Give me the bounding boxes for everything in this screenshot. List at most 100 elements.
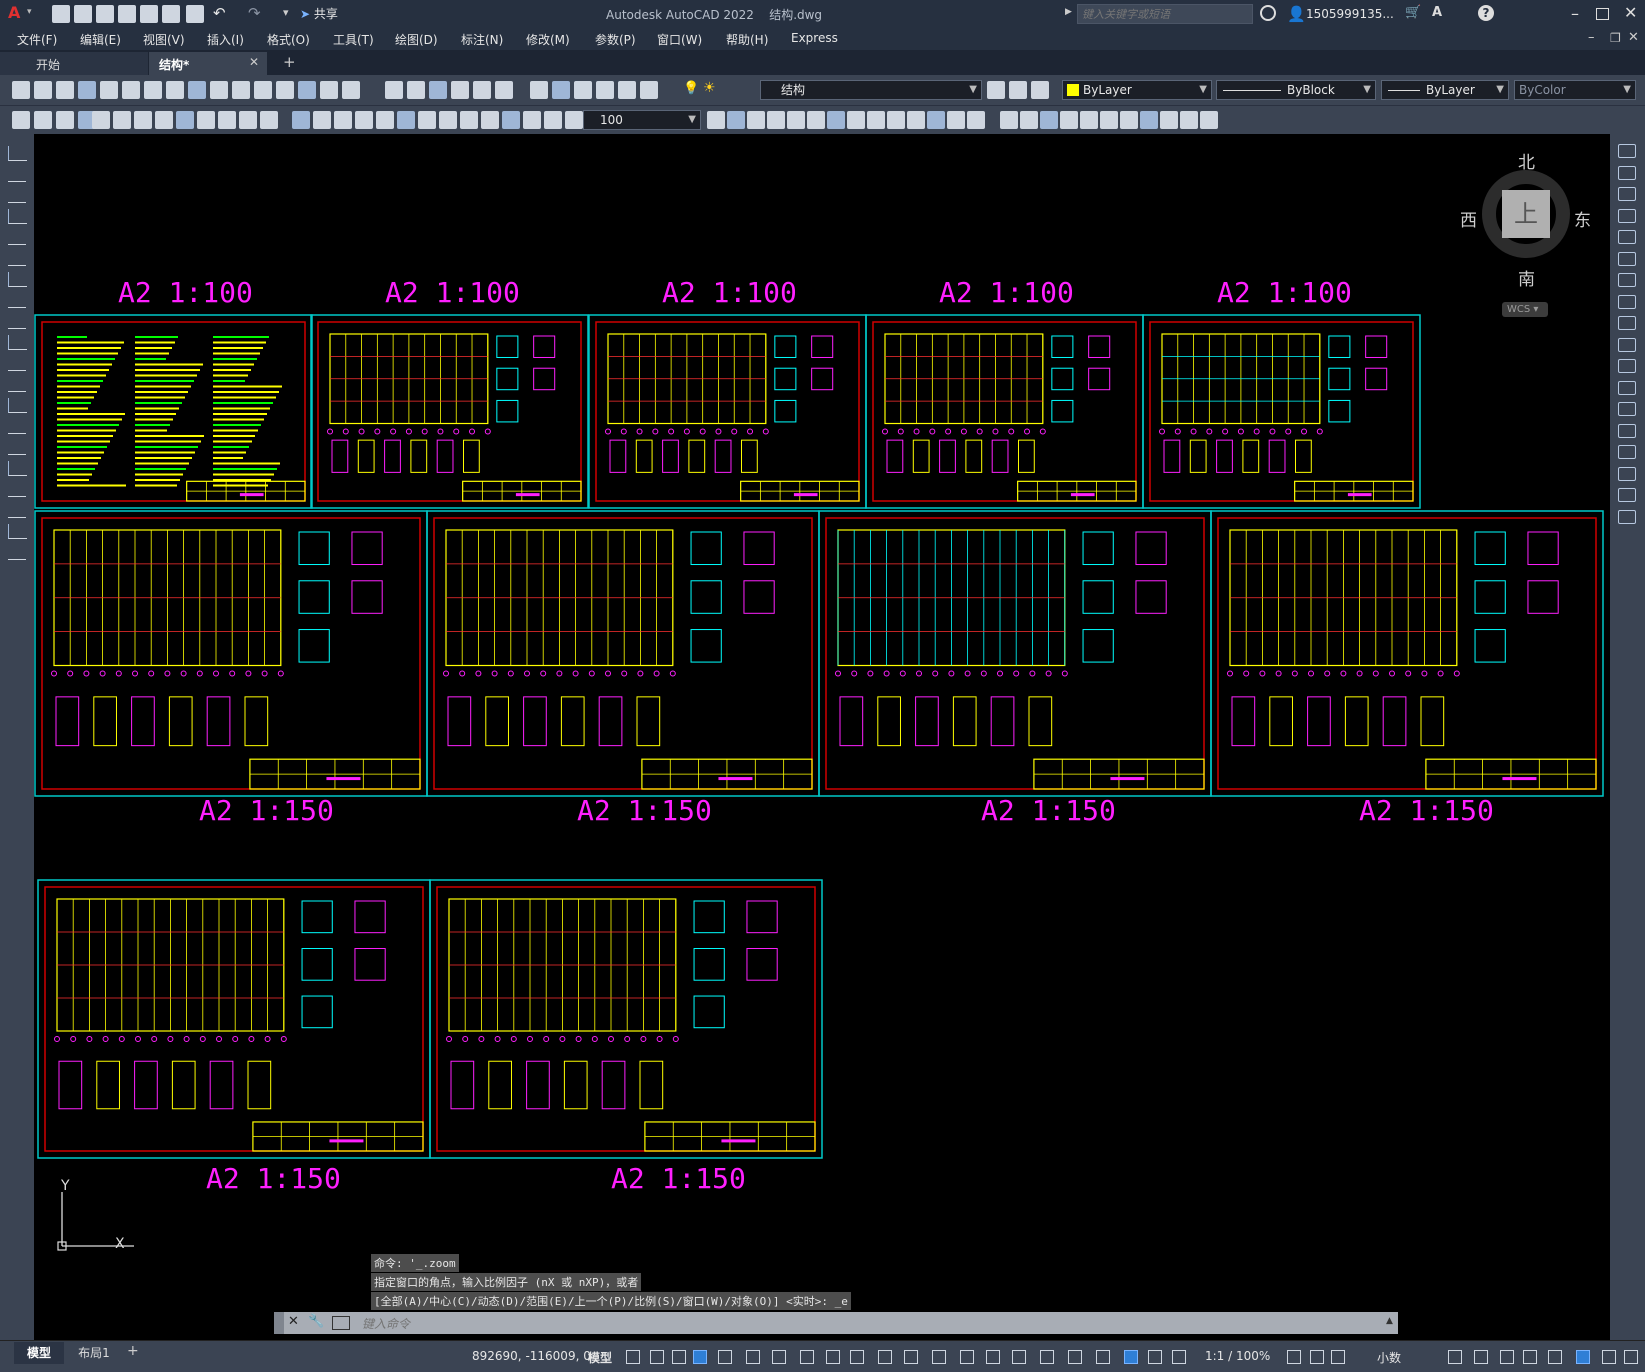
standard-tool-19-icon[interactable] [451, 81, 469, 99]
status-toggle-15-icon[interactable] [1012, 1350, 1026, 1364]
standard-tool-8-icon[interactable] [188, 81, 206, 99]
status-toggle-3-icon[interactable] [693, 1350, 707, 1364]
dimension-tool-22-icon[interactable] [481, 111, 499, 129]
modify-tool-6-icon[interactable] [1618, 273, 1636, 287]
open-file-icon[interactable] [74, 5, 92, 23]
draw-tool-0-icon[interactable] [8, 146, 27, 161]
standard-tool-7-icon[interactable] [166, 81, 184, 99]
modify-tool-10-icon[interactable] [1618, 359, 1636, 373]
draw-tool-7-icon[interactable] [8, 293, 26, 308]
modify-tool-1-icon[interactable] [1618, 165, 1636, 180]
standard-tool-25-icon[interactable] [596, 81, 614, 99]
viewcube[interactable]: 上 北 南 东 西 [1460, 153, 1591, 290]
autocad-logo-icon[interactable]: A [8, 5, 24, 21]
draw-tool-8-icon[interactable] [8, 314, 26, 329]
save-icon[interactable] [96, 5, 114, 23]
status-toggle-21-icon[interactable] [1172, 1350, 1186, 1364]
annotation-scale[interactable]: 1:1 / 100% [1205, 1349, 1270, 1365]
dimension-tool-45-icon[interactable] [1080, 111, 1098, 129]
dimension-tool-33-icon[interactable] [827, 111, 845, 129]
dimension-tool-46-icon[interactable] [1100, 111, 1118, 129]
layer-state-icon[interactable]: 💡 [683, 81, 699, 96]
web-open-icon[interactable] [140, 5, 158, 23]
status-toggle-2-icon[interactable] [672, 1350, 686, 1364]
draw-tool-13-icon[interactable] [8, 419, 26, 434]
status-toggle-27-icon[interactable] [1500, 1350, 1514, 1364]
web-save-icon[interactable] [162, 5, 180, 23]
menu-dimension[interactable]: 标注(N) [461, 31, 503, 48]
dimension-tool-0-icon[interactable] [12, 111, 30, 129]
dimension-tool-42-icon[interactable] [1020, 111, 1038, 129]
status-toggle-22-icon[interactable] [1287, 1350, 1301, 1364]
draw-tool-16-icon[interactable] [8, 482, 26, 497]
draw-tool-4-icon[interactable] [8, 230, 26, 245]
modify-tool-3-icon[interactable] [1618, 208, 1636, 223]
doc-restore-icon[interactable]: ❐ [1610, 31, 1621, 45]
close-icon[interactable]: ✕ [1624, 3, 1637, 22]
menu-file[interactable]: 文件(F) [17, 31, 57, 48]
compass-south[interactable]: 南 [1518, 265, 1535, 290]
customize-qat-icon[interactable]: ▾ [283, 6, 289, 19]
dimension-tool-38-icon[interactable] [927, 111, 945, 129]
status-toggle-12-icon[interactable] [932, 1350, 946, 1364]
modify-tool-0-icon[interactable] [1618, 144, 1636, 158]
dimension-tool-40-icon[interactable] [967, 111, 985, 129]
tab-close-icon[interactable]: ✕ [249, 55, 259, 69]
standard-tool-2-icon[interactable] [56, 81, 74, 99]
dimension-tool-27-icon[interactable] [707, 111, 725, 129]
dimension-tool-43-icon[interactable] [1040, 111, 1058, 129]
dimension-tool-34-icon[interactable] [847, 111, 865, 129]
standard-tool-20-icon[interactable] [473, 81, 491, 99]
dimension-tool-2-icon[interactable] [56, 111, 74, 129]
dimension-tool-30-icon[interactable] [767, 111, 785, 129]
modify-tool-5-icon[interactable] [1618, 251, 1636, 266]
status-toggle-9-icon[interactable] [850, 1350, 864, 1364]
menu-modify[interactable]: 修改(M) [526, 31, 570, 48]
status-toggle-25-icon[interactable] [1448, 1350, 1462, 1364]
draw-tool-18-icon[interactable] [8, 524, 27, 539]
user-account[interactable]: 1505999135... [1306, 7, 1394, 21]
plotstyle-combo[interactable]: ByColor ▼ [1514, 80, 1636, 100]
draw-tool-6-icon[interactable] [8, 272, 27, 287]
plot-icon[interactable] [186, 5, 204, 23]
dimension-tool-19-icon[interactable] [418, 111, 436, 129]
status-toggle-24-icon[interactable] [1331, 1350, 1345, 1364]
modify-tool-7-icon[interactable] [1618, 294, 1636, 309]
modify-tool-17-icon[interactable] [1618, 509, 1636, 524]
new-tab-icon[interactable]: + [283, 53, 296, 71]
search-icon[interactable] [1260, 5, 1276, 21]
status-toggle-31-icon[interactable] [1602, 1350, 1616, 1364]
dimension-tool-28-icon[interactable] [727, 111, 745, 129]
command-customize-icon[interactable]: 🔧 [308, 1314, 324, 1329]
dimension-tool-32-icon[interactable] [807, 111, 825, 129]
dimension-tool-18-icon[interactable] [397, 111, 415, 129]
modify-tool-13-icon[interactable] [1618, 423, 1636, 438]
minimize-icon[interactable]: – [1571, 4, 1579, 23]
compass-east[interactable]: 东 [1574, 206, 1591, 231]
help-icon[interactable]: ? [1478, 5, 1494, 21]
dimscale-combo[interactable]: 100 ▼ [583, 110, 701, 130]
standard-tool-22-icon[interactable] [530, 81, 548, 99]
command-expand-icon[interactable]: ▲ [1386, 1316, 1393, 1326]
standard-tool-13-icon[interactable] [298, 81, 316, 99]
status-toggle-32-icon[interactable] [1624, 1350, 1638, 1364]
modify-tool-15-icon[interactable] [1618, 466, 1636, 481]
modify-tool-16-icon[interactable] [1618, 488, 1636, 502]
modify-tool-9-icon[interactable] [1618, 337, 1636, 352]
modify-tool-12-icon[interactable] [1618, 402, 1636, 416]
color-combo[interactable]: ByLayer ▼ [1062, 80, 1212, 100]
standard-tool-24-icon[interactable] [574, 81, 592, 99]
dimension-tool-9-icon[interactable] [197, 111, 215, 129]
maximize-icon[interactable] [1596, 8, 1609, 20]
menu-format[interactable]: 格式(O) [267, 31, 310, 48]
draw-tool-17-icon[interactable] [8, 503, 26, 518]
menu-edit[interactable]: 编辑(E) [80, 31, 121, 48]
status-toggle-0-icon[interactable] [626, 1350, 640, 1364]
layout-tab-model[interactable]: 模型 [14, 1342, 64, 1364]
status-toggle-5-icon[interactable] [746, 1350, 760, 1364]
modify-tool-2-icon[interactable] [1618, 187, 1636, 201]
modify-tool-11-icon[interactable] [1618, 380, 1636, 395]
menu-express[interactable]: Express [791, 31, 838, 45]
modify-tool-8-icon[interactable] [1618, 316, 1636, 330]
compass-north[interactable]: 北 [1518, 148, 1535, 173]
